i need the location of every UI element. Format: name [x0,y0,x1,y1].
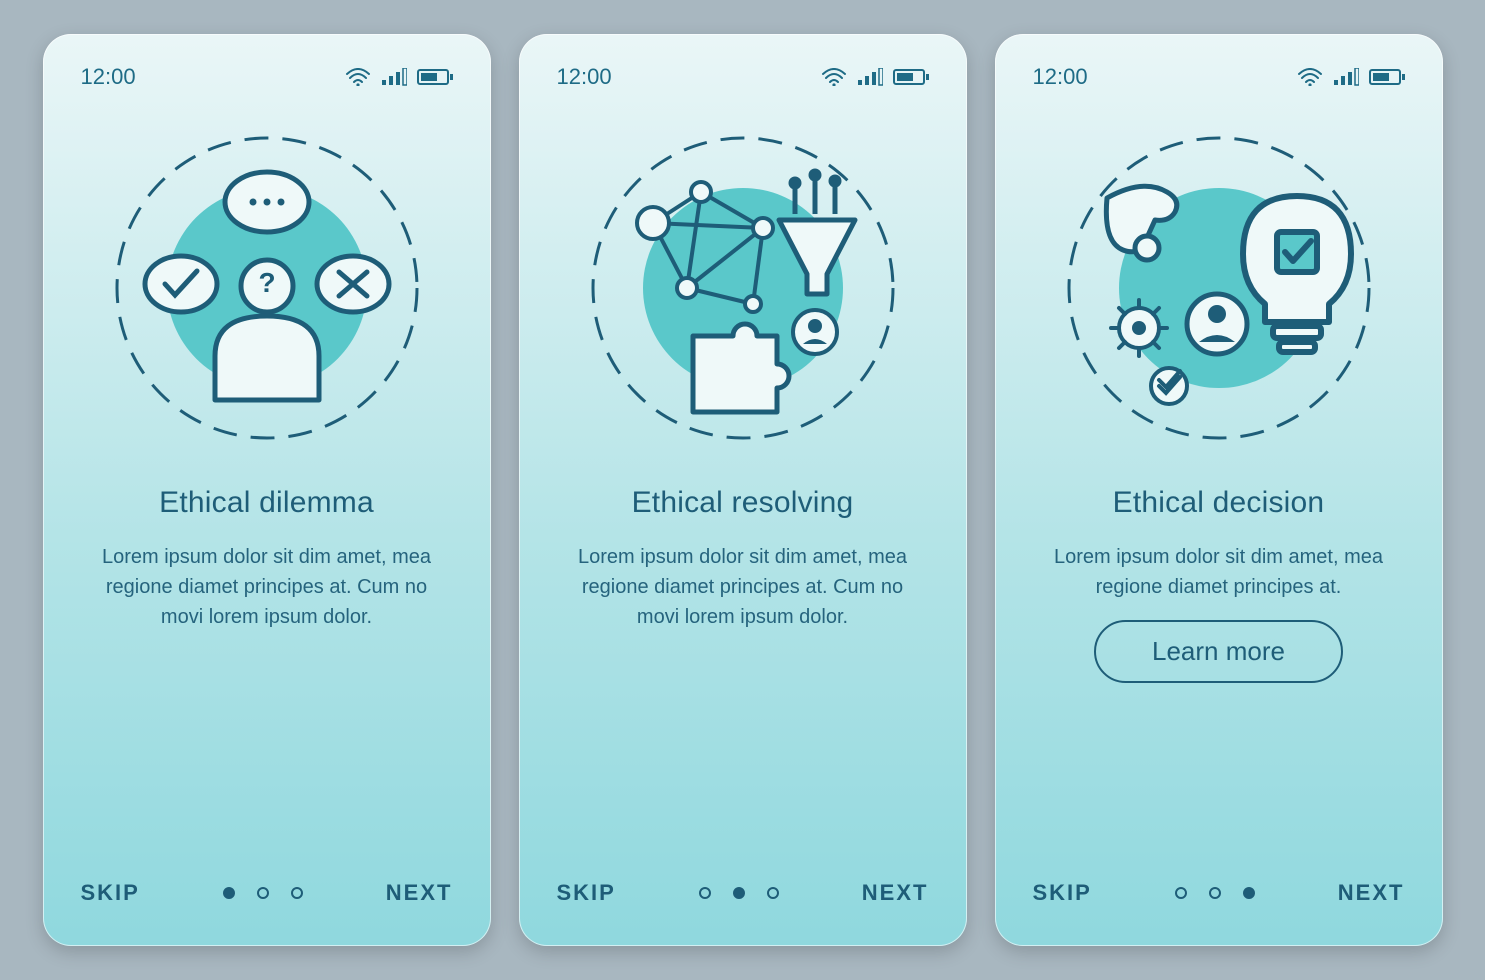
onboarding-screen-1: 12:00 ? [43,34,491,946]
page-dot-1[interactable] [1175,887,1187,899]
screen-description: Lorem ipsum dolor sit dim amet, mea regi… [81,542,453,632]
screen-title: Ethical dilemma [81,486,453,520]
status-bar: 12:00 [81,64,453,90]
status-bar: 12:00 [1033,64,1405,90]
battery-icon [417,68,453,86]
status-time: 12:00 [81,64,136,90]
illustration-decision [1033,118,1405,458]
battery-icon [893,68,929,86]
wifi-icon [1297,68,1323,86]
page-dot-3[interactable] [291,887,303,899]
wifi-icon [821,68,847,86]
status-icons [345,68,453,86]
next-button[interactable]: NEXT [386,880,453,906]
wifi-icon [345,68,371,86]
next-button[interactable]: NEXT [1338,880,1405,906]
page-dot-2[interactable] [257,887,269,899]
signal-icon [857,68,883,86]
page-dot-2[interactable] [1209,887,1221,899]
signal-icon [381,68,407,86]
status-icons [821,68,929,86]
next-button[interactable]: NEXT [862,880,929,906]
learn-more-button[interactable]: Learn more [1094,620,1343,683]
nav-row: SKIP NEXT [1033,880,1405,906]
svg-text:?: ? [258,267,275,298]
screen-title: Ethical decision [1033,486,1405,520]
battery-icon [1369,68,1405,86]
skip-button[interactable]: SKIP [81,880,140,906]
page-dots [699,887,779,899]
page-dot-1[interactable] [699,887,711,899]
status-time: 12:00 [557,64,612,90]
page-dot-1[interactable] [223,887,235,899]
onboarding-screen-2: 12:00 [519,34,967,946]
page-dot-3[interactable] [1243,887,1255,899]
status-time: 12:00 [1033,64,1088,90]
signal-icon [1333,68,1359,86]
screen-title: Ethical resolving [557,486,929,520]
onboarding-screen-3: 12:00 [995,34,1443,946]
page-dot-2[interactable] [733,887,745,899]
screen-description: Lorem ipsum dolor sit dim amet, mea regi… [557,542,929,632]
page-dots [223,887,303,899]
skip-button[interactable]: SKIP [1033,880,1092,906]
status-icons [1297,68,1405,86]
screen-description: Lorem ipsum dolor sit dim amet, mea regi… [1033,542,1405,602]
page-dot-3[interactable] [767,887,779,899]
page-dots [1175,887,1255,899]
nav-row: SKIP NEXT [81,880,453,906]
illustration-dilemma: ? [81,118,453,458]
status-bar: 12:00 [557,64,929,90]
nav-row: SKIP NEXT [557,880,929,906]
illustration-resolving [557,118,929,458]
skip-button[interactable]: SKIP [557,880,616,906]
